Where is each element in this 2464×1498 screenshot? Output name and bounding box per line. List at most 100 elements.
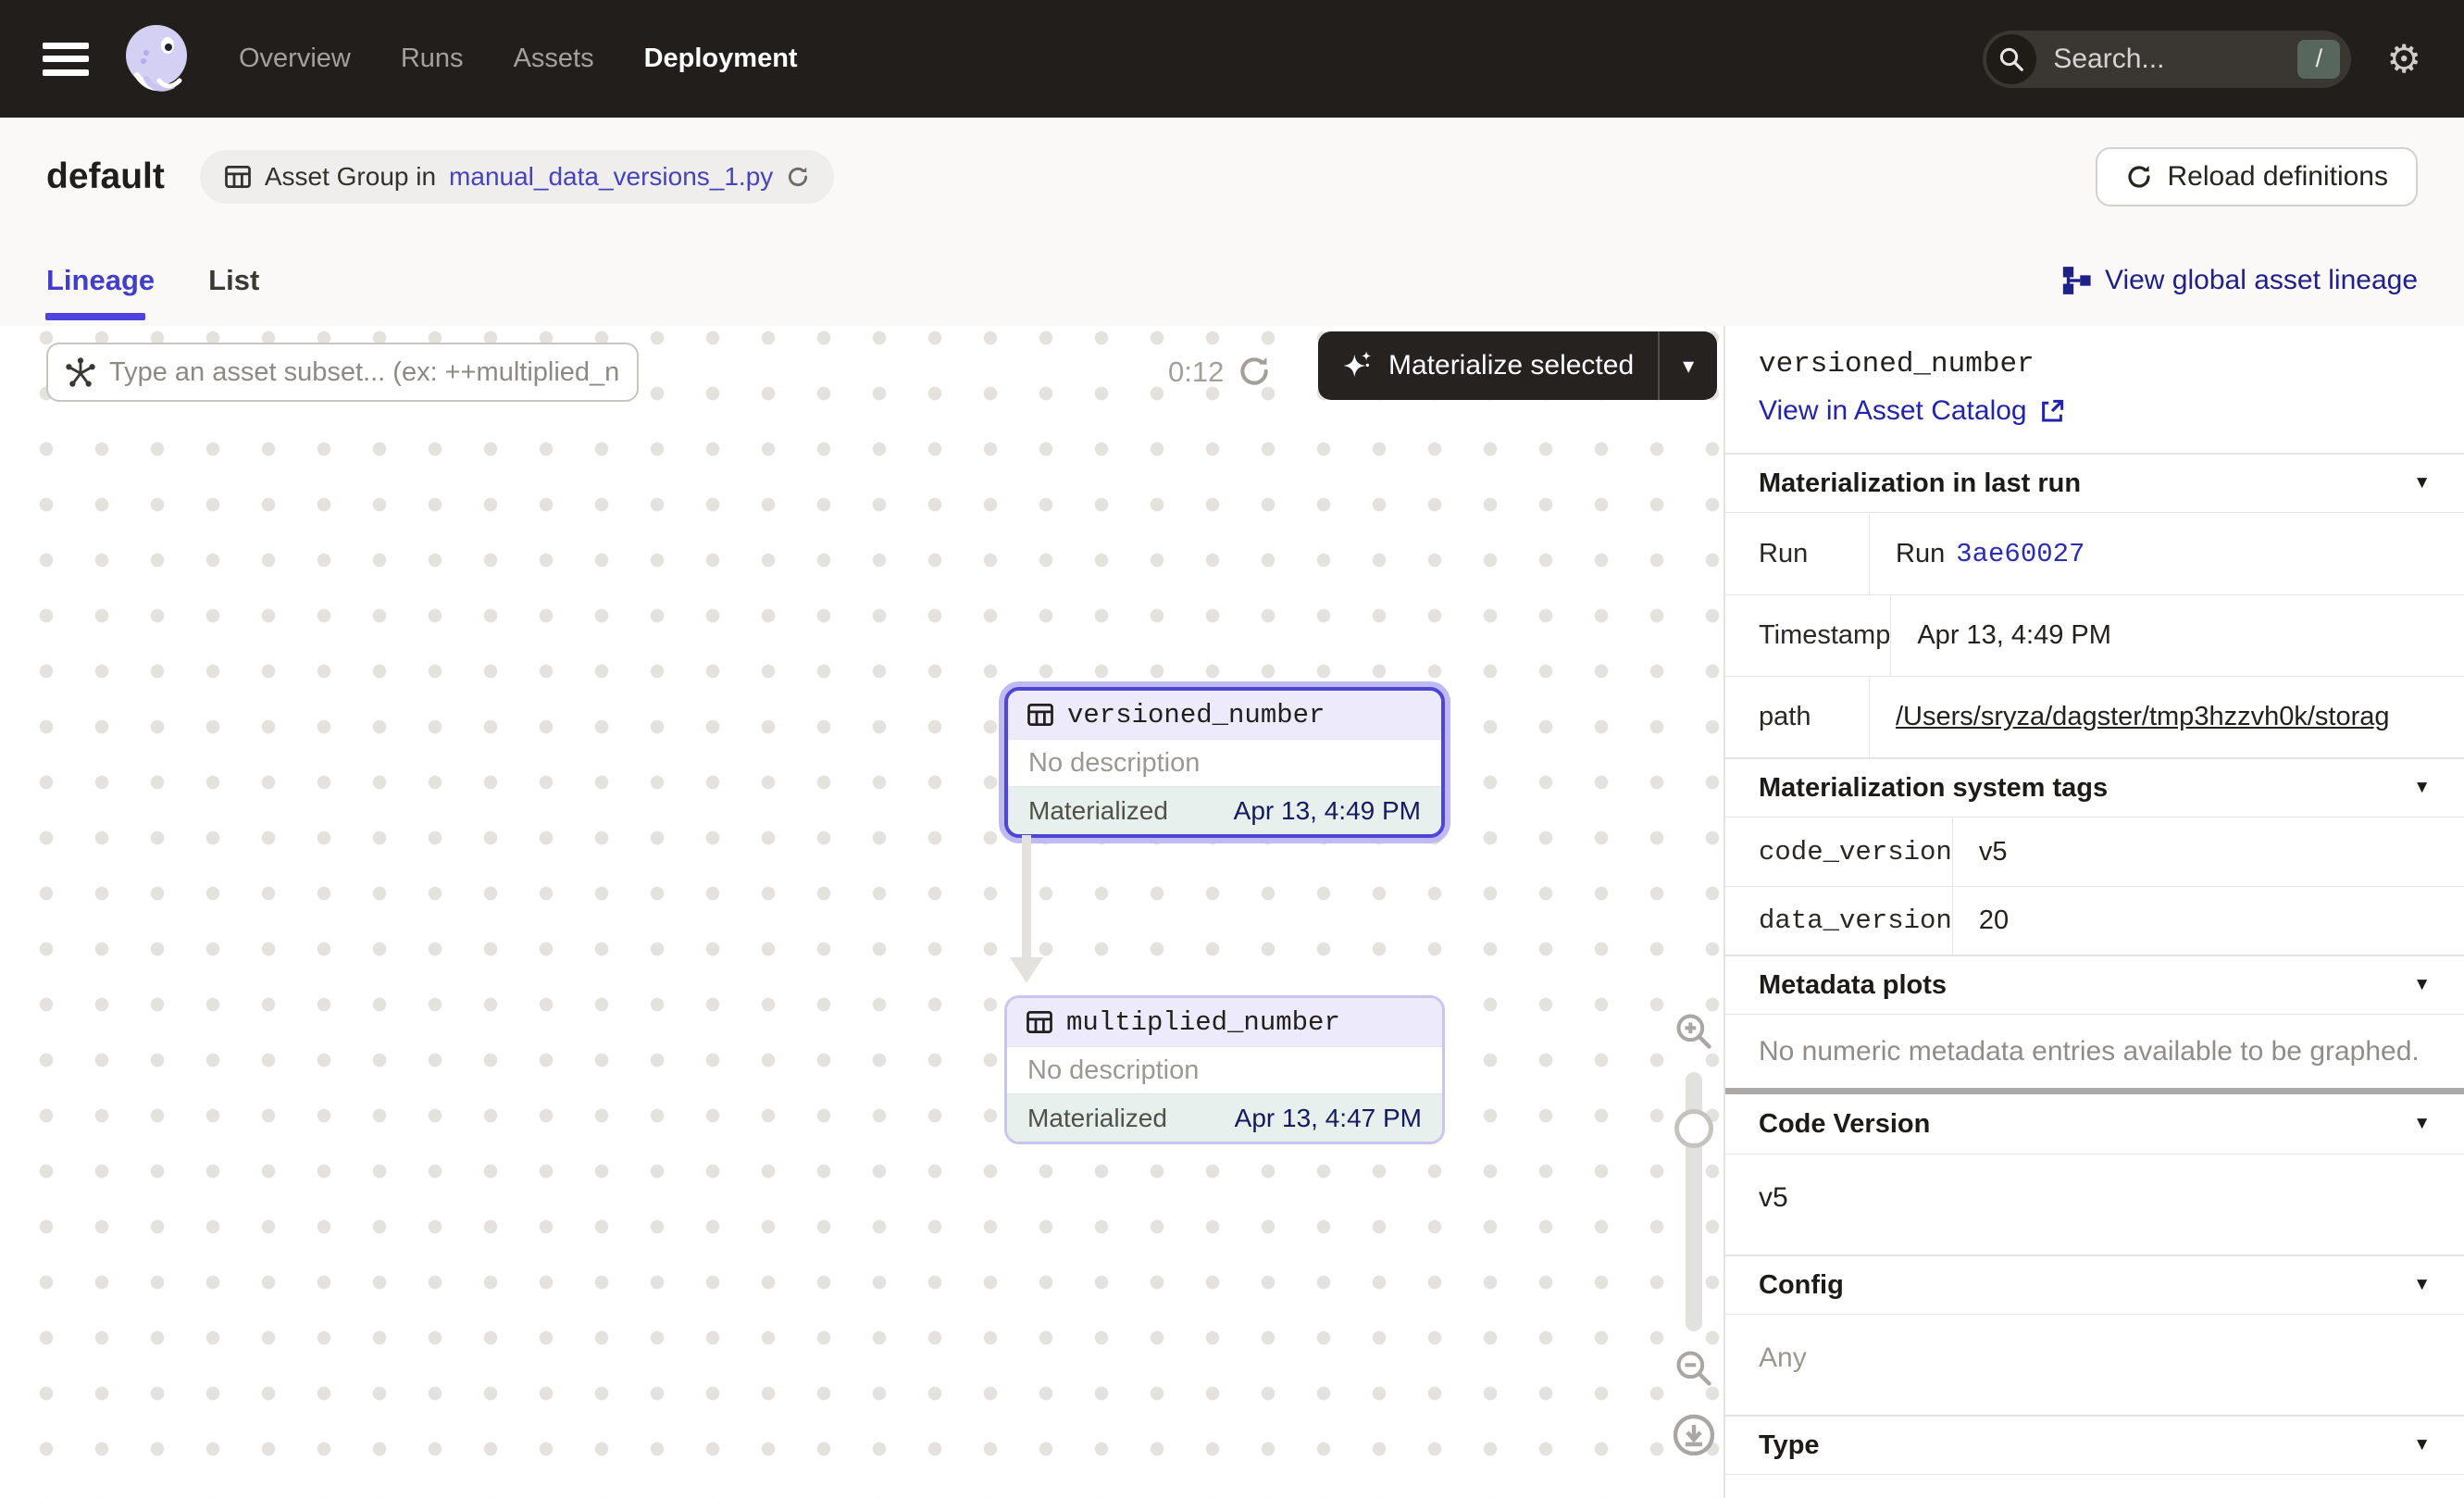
lineage-edge-arrowhead bbox=[1010, 957, 1043, 983]
section-title: Materialization in last run bbox=[1759, 468, 2081, 499]
metadata-plots-empty-message: No numeric metadata entries available to… bbox=[1725, 1014, 2464, 1088]
view-in-asset-catalog-label: View in Asset Catalog bbox=[1759, 395, 2027, 427]
asset-subset-icon bbox=[65, 356, 96, 388]
nav-links: Overview Runs Assets Deployment bbox=[239, 44, 798, 74]
page-title: default bbox=[46, 156, 165, 197]
nav-item-runs[interactable]: Runs bbox=[401, 44, 464, 74]
table-row: data_version 20 bbox=[1725, 886, 2464, 955]
asset-group-file-link[interactable]: manual_data_versions_1.py bbox=[449, 162, 773, 192]
system-tags-table: code_version v5 data_version 20 bbox=[1725, 817, 2464, 955]
zoom-controls bbox=[1666, 1011, 1722, 1457]
asset-node-timestamp[interactable]: Apr 13, 4:49 PM bbox=[1234, 796, 1421, 826]
nav-item-deployment[interactable]: Deployment bbox=[644, 44, 798, 74]
chevron-down-icon: ▾ bbox=[1683, 353, 1694, 380]
main-content: 0:12 Materialize selected ▾ versioned_nu… bbox=[0, 326, 2464, 1498]
asset-node-description: No description bbox=[1007, 1046, 1442, 1093]
table-icon bbox=[1027, 701, 1054, 729]
search-placeholder: Search... bbox=[2053, 44, 2297, 75]
run-label: Run bbox=[1725, 513, 1870, 594]
refresh-timer: 0:12 bbox=[1168, 356, 1224, 389]
section-config[interactable]: Config ▼ bbox=[1725, 1255, 2464, 1314]
code-version-value: v5 bbox=[1725, 1154, 2464, 1255]
dagster-app: Overview Runs Assets Deployment Search..… bbox=[0, 0, 2464, 1498]
table-row: Timestamp Apr 13, 4:49 PM bbox=[1725, 594, 2464, 676]
section-metadata-plots[interactable]: Metadata plots ▼ bbox=[1725, 955, 2464, 1014]
lineage-graph-icon bbox=[2060, 265, 2092, 296]
refresh-graph-icon[interactable] bbox=[1237, 354, 1272, 389]
hamburger-menu-icon[interactable] bbox=[43, 43, 89, 76]
tag-value: 20 bbox=[1953, 887, 2464, 955]
materialize-selected-button[interactable]: Materialize selected ▾ bbox=[1318, 331, 1717, 400]
lineage-edge bbox=[1022, 835, 1031, 959]
zoom-out-icon[interactable] bbox=[1666, 1348, 1722, 1389]
table-row: code_version v5 bbox=[1725, 818, 2464, 886]
view-global-asset-lineage-label: View global asset lineage bbox=[2105, 265, 2418, 296]
selected-asset-name: versioned_number bbox=[1759, 348, 2431, 381]
asset-node-footer: Materialized Apr 13, 4:49 PM bbox=[1008, 786, 1441, 834]
nav-right: Search... / ⚙ bbox=[1983, 31, 2421, 88]
asset-group-pill: Asset Group in manual_data_versions_1.py bbox=[200, 150, 834, 204]
run-prefix: Run bbox=[1896, 539, 1945, 569]
section-title: Type bbox=[1759, 1430, 1820, 1461]
nav-item-overview[interactable]: Overview bbox=[239, 44, 351, 74]
zoom-slider-handle[interactable] bbox=[1674, 1109, 1713, 1148]
zoom-in-icon[interactable] bbox=[1666, 1011, 1722, 1052]
section-title: Materialization system tags bbox=[1759, 773, 2108, 804]
asset-node-header: versioned_number bbox=[1008, 691, 1441, 739]
section-materialization-in-last-run[interactable]: Materialization in last run ▼ bbox=[1725, 453, 2464, 512]
table-row: Run Run 3ae60027 bbox=[1725, 513, 2464, 594]
tab-lineage[interactable]: Lineage bbox=[46, 264, 155, 297]
asset-node-timestamp[interactable]: Apr 13, 4:47 PM bbox=[1235, 1104, 1422, 1133]
view-in-asset-catalog-link[interactable]: View in Asset Catalog bbox=[1759, 395, 2431, 427]
search-input[interactable]: Search... / bbox=[1983, 31, 2351, 88]
gear-icon[interactable]: ⚙ bbox=[2386, 40, 2421, 79]
section-materialization-system-tags[interactable]: Materialization system tags ▼ bbox=[1725, 757, 2464, 817]
path-value-link[interactable]: /Users/sryza/dagster/tmp3hzzvh0k/storag bbox=[1896, 702, 2389, 732]
tag-key: code_version bbox=[1725, 818, 1953, 886]
asset-node-multiplied-number[interactable]: multiplied_number No description Materia… bbox=[1004, 995, 1445, 1144]
reload-definitions-button[interactable]: Reload definitions bbox=[2096, 147, 2419, 206]
asset-lineage-graph[interactable]: 0:12 Materialize selected ▾ versioned_nu… bbox=[0, 326, 1724, 1498]
materialize-selected-label: Materialize selected bbox=[1388, 350, 1634, 381]
asset-subset-input[interactable] bbox=[46, 343, 639, 402]
refresh-icon bbox=[2125, 163, 2153, 191]
tab-list[interactable]: List bbox=[208, 264, 259, 297]
nav-item-assets[interactable]: Assets bbox=[514, 44, 594, 74]
run-value: Run 3ae60027 bbox=[1870, 513, 2464, 594]
asset-group-prefix: Asset Group in bbox=[265, 162, 436, 192]
config-value: Any bbox=[1725, 1314, 2464, 1415]
active-tab-underline bbox=[45, 313, 145, 320]
timestamp-label: Timestamp bbox=[1725, 595, 1891, 676]
asset-node-status: Materialized bbox=[1028, 796, 1168, 826]
type-empty-body bbox=[1725, 1474, 2464, 1498]
asset-node-name: multiplied_number bbox=[1066, 1007, 1340, 1038]
sparkle-icon bbox=[1342, 350, 1374, 381]
asset-node-header: multiplied_number bbox=[1007, 998, 1442, 1046]
view-global-asset-lineage-link[interactable]: View global asset lineage bbox=[2060, 265, 2418, 296]
section-title: Code Version bbox=[1759, 1109, 1930, 1140]
asset-node-versioned-number[interactable]: versioned_number No description Material… bbox=[1004, 687, 1445, 838]
path-label: path bbox=[1725, 677, 1870, 757]
chevron-down-icon: ▼ bbox=[2413, 975, 2431, 995]
panel-header: versioned_number View in Asset Catalog bbox=[1725, 326, 2464, 453]
zoom-slider[interactable] bbox=[1686, 1072, 1702, 1331]
timestamp-value: Apr 13, 4:49 PM bbox=[1891, 595, 2464, 676]
asset-node-footer: Materialized Apr 13, 4:47 PM bbox=[1007, 1093, 1442, 1142]
chevron-down-icon: ▼ bbox=[2413, 473, 2431, 493]
download-graph-icon[interactable] bbox=[1666, 1413, 1722, 1457]
materialize-options-dropdown[interactable]: ▾ bbox=[1658, 331, 1717, 400]
materialize-selected-main[interactable]: Materialize selected bbox=[1318, 350, 1658, 381]
section-code-version[interactable]: Code Version ▼ bbox=[1725, 1094, 2464, 1154]
dagster-logo-icon[interactable] bbox=[118, 21, 194, 97]
search-icon bbox=[1986, 34, 2036, 84]
section-type[interactable]: Type ▼ bbox=[1725, 1415, 2464, 1474]
page-header: default Asset Group in manual_data_versi… bbox=[0, 118, 2464, 235]
section-title: Metadata plots bbox=[1759, 970, 1947, 1001]
run-id-link[interactable]: 3ae60027 bbox=[1956, 539, 2084, 569]
asset-subset-field[interactable] bbox=[109, 357, 620, 388]
chevron-down-icon: ▼ bbox=[2413, 1275, 2431, 1295]
refresh-icon[interactable] bbox=[786, 165, 810, 189]
chevron-down-icon: ▼ bbox=[2413, 778, 2431, 798]
table-row: path /Users/sryza/dagster/tmp3hzzvh0k/st… bbox=[1725, 676, 2464, 757]
table-icon bbox=[224, 163, 252, 191]
